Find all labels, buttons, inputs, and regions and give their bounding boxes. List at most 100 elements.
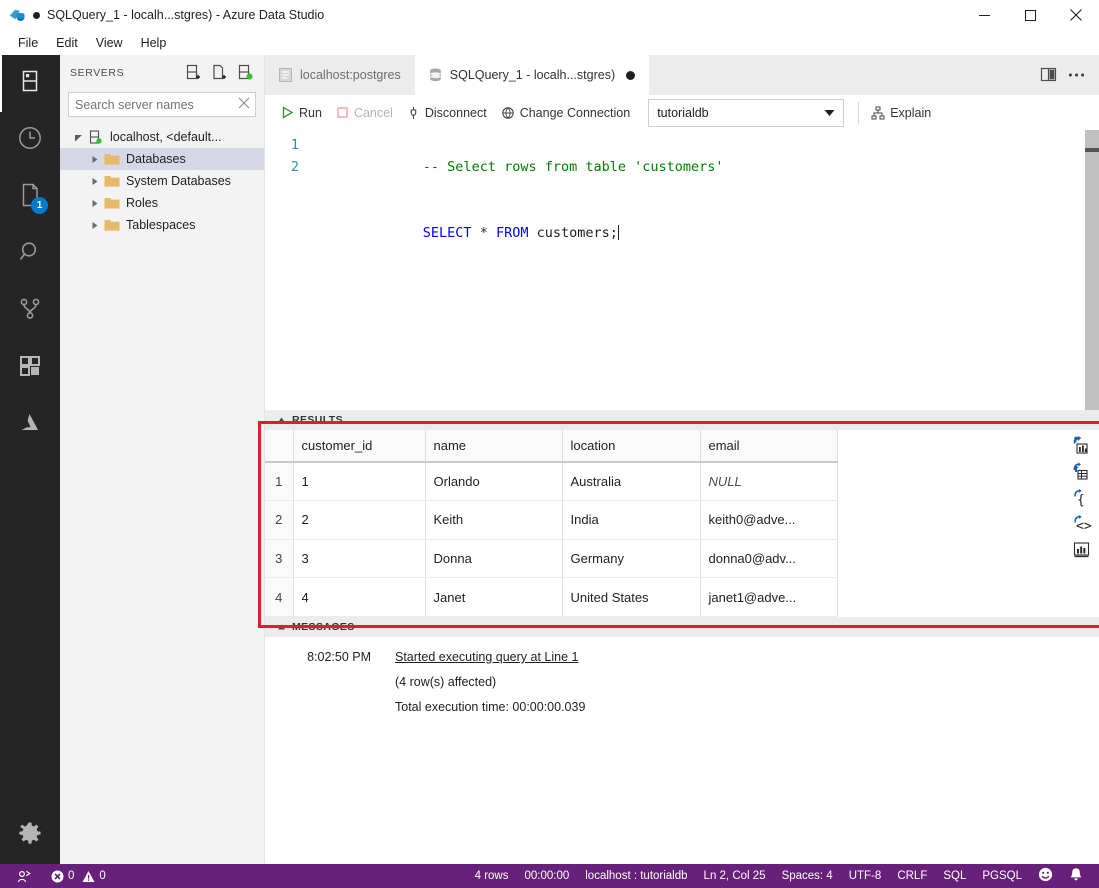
code-area: 1 2 -- Select rows from table 'customers… xyxy=(265,130,1099,266)
tree-item-tablespaces[interactable]: Tablespaces xyxy=(60,214,264,236)
tab-dirty-indicator[interactable] xyxy=(626,70,636,80)
column-header-customer-id[interactable]: customer_id xyxy=(293,430,426,463)
close-icon[interactable] xyxy=(237,96,251,115)
close-button[interactable] xyxy=(1053,0,1099,30)
run-query-button[interactable]: Run xyxy=(281,106,322,120)
column-header-email[interactable]: email xyxy=(700,430,838,463)
code-line-1[interactable]: -- Select rows from table 'customers' xyxy=(309,134,1099,200)
table-row[interactable]: 1 1 Orlando Australia NULL xyxy=(265,462,838,502)
activity-item-settings[interactable] xyxy=(0,807,60,864)
save-as-json-icon[interactable]: { } xyxy=(1068,486,1094,509)
chevron-down-icon[interactable] xyxy=(824,106,835,120)
new-connection-button[interactable] xyxy=(180,60,206,86)
table-row[interactable]: 3 3 Donna Germany donna0@adv... xyxy=(265,539,838,579)
tab-bar: localhost:postgres SQLQuery_1 - localh..… xyxy=(265,55,1099,95)
results-grid-area[interactable]: customer_id name location email 1 1 Orla… xyxy=(265,430,1099,617)
code-line-2[interactable]: SELECT * FROM customers; xyxy=(309,200,1099,266)
activity-item-source-control[interactable] xyxy=(0,283,60,340)
chevron-collapse-icon[interactable] xyxy=(277,623,286,632)
tree-item-databases[interactable]: Databases xyxy=(60,148,264,170)
maximize-button[interactable] xyxy=(1007,0,1053,30)
message-text[interactable]: Started executing query at Line 1 xyxy=(395,645,578,670)
results-panel-title: RESULTS xyxy=(292,414,344,426)
cell-email[interactable]: keith0@adve... xyxy=(700,500,838,540)
cancel-query-button[interactable]: Cancel xyxy=(336,106,393,120)
cell-location[interactable]: India xyxy=(562,500,701,540)
scrollbar-thumb[interactable] xyxy=(1085,130,1099,410)
view-as-chart-icon[interactable] xyxy=(1068,538,1094,561)
menu-file[interactable]: File xyxy=(9,33,47,53)
app-logo-icon xyxy=(8,6,26,24)
status-row-count[interactable]: 4 rows xyxy=(467,864,517,888)
tab-sqlquery-1[interactable]: SQLQuery_1 - localh...stgres) xyxy=(414,55,650,95)
chevron-down-icon[interactable] xyxy=(70,126,86,148)
change-connection-button[interactable]: Change Connection xyxy=(501,106,630,120)
status-provider[interactable]: PGSQL xyxy=(974,864,1030,888)
column-header-name[interactable]: name xyxy=(425,430,563,463)
status-eol[interactable]: CRLF xyxy=(889,864,935,888)
menu-help[interactable]: Help xyxy=(132,33,176,53)
status-execution-time[interactable]: 00:00:00 xyxy=(516,864,577,888)
new-server-group-button[interactable] xyxy=(206,60,232,86)
tree-item-system-databases[interactable]: System Databases xyxy=(60,170,264,192)
chevron-right-icon[interactable] xyxy=(86,192,102,214)
activity-item-extensions[interactable] xyxy=(0,340,60,397)
status-remote-indicator[interactable] xyxy=(9,864,43,888)
disconnect-button[interactable]: Disconnect xyxy=(407,106,487,120)
split-editor-icon[interactable] xyxy=(1034,61,1062,89)
table-row[interactable]: 2 2 Keith India keith0@adve... xyxy=(265,500,838,540)
status-connection[interactable]: localhost : tutorialdb xyxy=(577,864,695,888)
status-feedback-button[interactable] xyxy=(1030,864,1061,888)
status-cursor-position[interactable]: Ln 2, Col 25 xyxy=(696,864,774,888)
editor-vertical-scrollbar[interactable] xyxy=(1085,130,1099,410)
more-actions-icon[interactable] xyxy=(1062,61,1090,89)
chevron-right-icon[interactable] xyxy=(86,170,102,192)
cell-name[interactable]: Keith xyxy=(425,500,563,540)
cell-name[interactable]: Janet xyxy=(425,577,563,617)
cell-location[interactable]: United States xyxy=(562,577,701,617)
cell-name[interactable]: Donna xyxy=(425,539,563,579)
status-notifications-button[interactable] xyxy=(1061,864,1091,888)
minimize-button[interactable] xyxy=(961,0,1007,30)
cell-location[interactable]: Germany xyxy=(562,539,701,579)
save-as-csv-icon[interactable] xyxy=(1068,434,1094,457)
chevron-collapse-icon[interactable] xyxy=(277,416,286,425)
results-panel-header[interactable]: RESULTS xyxy=(265,410,1099,430)
column-header-location[interactable]: location xyxy=(562,430,701,463)
save-as-excel-icon[interactable] xyxy=(1068,460,1094,483)
cell-customer-id[interactable]: 4 xyxy=(293,577,426,617)
activity-item-notebooks[interactable]: 1 xyxy=(0,169,60,226)
sql-editor[interactable]: 1 2 -- Select rows from table 'customers… xyxy=(265,130,1099,410)
search-input[interactable] xyxy=(68,92,256,117)
cell-email[interactable]: janet1@adve... xyxy=(700,577,838,617)
tree-item-localhost[interactable]: localhost, <default... xyxy=(60,126,264,148)
active-connections-button[interactable] xyxy=(232,60,258,86)
table-row[interactable]: 4 4 Janet United States janet1@adve... xyxy=(265,577,838,617)
activity-item-history[interactable] xyxy=(0,112,60,169)
status-language-mode[interactable]: SQL xyxy=(935,864,974,888)
messages-panel-header[interactable]: MESSAGES xyxy=(265,617,1099,637)
activity-item-azure[interactable] xyxy=(0,397,60,454)
results-grid[interactable]: customer_id name location email 1 1 Orla… xyxy=(265,430,838,617)
explain-button[interactable]: Explain xyxy=(871,106,931,120)
chevron-right-icon[interactable] xyxy=(86,148,102,170)
cell-email[interactable]: donna0@adv... xyxy=(700,539,838,579)
activity-item-search[interactable] xyxy=(0,226,60,283)
save-as-xml-icon[interactable]: <> xyxy=(1068,512,1094,535)
cell-customer-id[interactable]: 2 xyxy=(293,500,426,540)
cell-customer-id[interactable]: 1 xyxy=(293,462,426,502)
menu-edit[interactable]: Edit xyxy=(47,33,87,53)
menu-view[interactable]: View xyxy=(87,33,132,53)
status-encoding[interactable]: UTF-8 xyxy=(841,864,890,888)
cell-email[interactable]: NULL xyxy=(700,462,838,502)
activity-item-servers[interactable] xyxy=(0,55,60,112)
chevron-right-icon[interactable] xyxy=(86,214,102,236)
status-problems[interactable]: 0 0 xyxy=(43,864,114,888)
cell-location[interactable]: Australia xyxy=(562,462,701,502)
status-indentation[interactable]: Spaces: 4 xyxy=(774,864,841,888)
tab-localhost-postgres[interactable]: localhost:postgres xyxy=(265,55,415,95)
tree-item-roles[interactable]: Roles xyxy=(60,192,264,214)
cell-customer-id[interactable]: 3 xyxy=(293,539,426,579)
database-dropdown[interactable]: tutorialdb xyxy=(648,98,845,127)
cell-name[interactable]: Orlando xyxy=(425,462,563,502)
